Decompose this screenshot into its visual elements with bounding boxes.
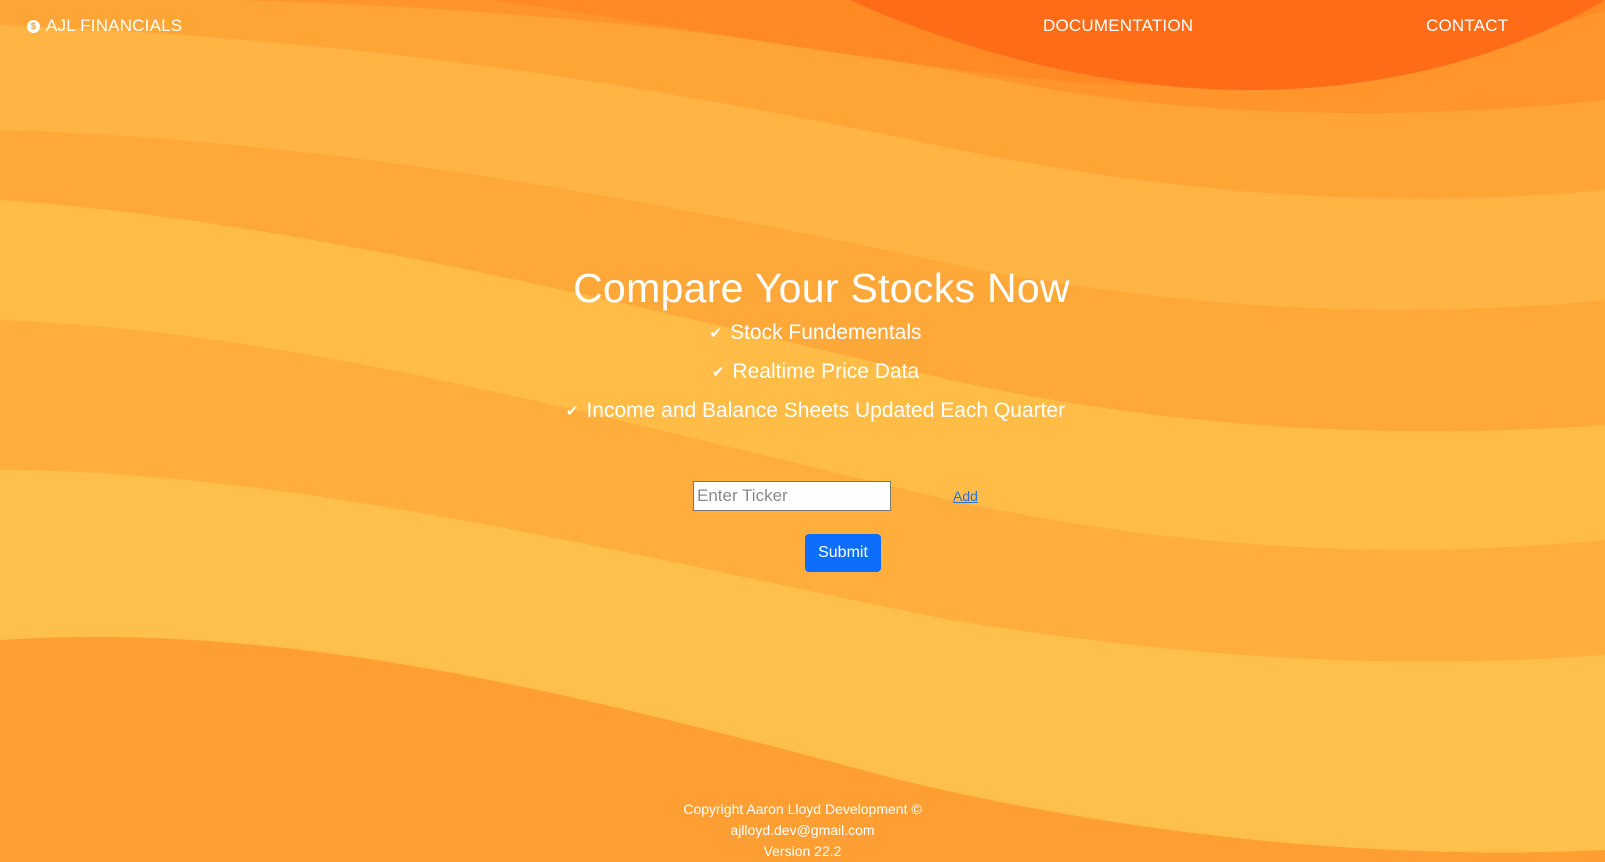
check-icon: ✔ [711, 364, 725, 381]
feature-item: ✔ Income and Balance Sheets Updated Each … [0, 396, 1605, 427]
dollar-coin-icon: $ [27, 19, 40, 33]
submit-button[interactable]: Submit [805, 534, 881, 572]
footer: Copyright Aaron Lloyd Development © ajll… [0, 799, 1605, 862]
hero-section: Compare Your Stocks Now ✔ Stock Fundement… [0, 258, 1605, 427]
documentation-link[interactable]: DOCUMENTATION [1043, 16, 1193, 36]
ticker-input[interactable] [693, 481, 891, 511]
feature-item: ✔ Stock Fundementals [0, 318, 1605, 349]
version-text: Version 22.2 [763, 843, 842, 859]
brand-link[interactable]: $ AJL FINANCIALS [27, 16, 182, 36]
feature-label: Income and Balance Sheets Updated Each Q… [586, 399, 1066, 422]
add-ticker-link[interactable]: Add [953, 488, 978, 504]
feature-label: Stock Fundementals [730, 321, 922, 344]
wave-background [0, 0, 1605, 862]
contact-email: ajlloyd.dev@gmail.com [730, 822, 875, 838]
check-icon: ✔ [709, 325, 723, 342]
check-icon: ✔ [565, 403, 579, 420]
copyright-text: Copyright Aaron Lloyd Development © [683, 801, 922, 817]
top-navigation-bar: $ AJL FINANCIALS DOCUMENTATION CONTACT [0, 0, 1605, 52]
feature-list: ✔ Stock Fundementals ✔ Realtime Price Data… [0, 318, 1605, 427]
brand-label: AJL FINANCIALS [46, 16, 183, 35]
feature-item: ✔ Realtime Price Data [0, 357, 1605, 388]
contact-link[interactable]: CONTACT [1426, 16, 1508, 36]
feature-label: Realtime Price Data [732, 360, 920, 383]
page-title: Compare Your Stocks Now [573, 265, 1070, 311]
